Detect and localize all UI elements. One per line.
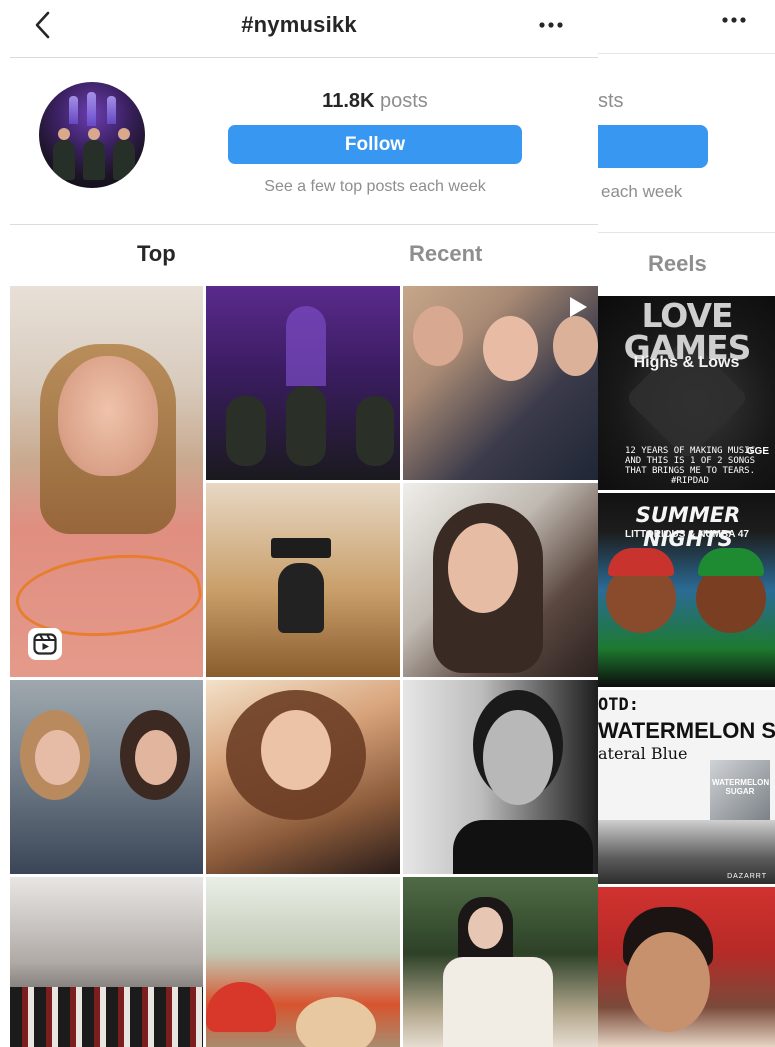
reels-icon — [28, 628, 62, 660]
window-shape — [286, 306, 326, 386]
post-thumbnail[interactable] — [206, 877, 400, 1047]
posts-count: 11.8K — [322, 90, 375, 112]
reel-thumbnail[interactable] — [598, 887, 775, 1047]
face-shape — [483, 316, 538, 381]
page-title: #nymusikk — [241, 12, 357, 37]
person-shape — [226, 396, 266, 466]
follow-button[interactable]: Follow — [228, 125, 522, 164]
more-horizontal-icon — [539, 22, 563, 28]
more-options-button[interactable] — [714, 8, 754, 32]
person-shape — [356, 396, 394, 466]
face-shape — [626, 932, 710, 1032]
person-shape — [278, 563, 324, 633]
album-cover-text: WATERMELON SUGAR — [712, 778, 770, 796]
post-thumbnail[interactable] — [10, 680, 203, 874]
face-shape — [35, 730, 80, 785]
post-thumbnail[interactable] — [403, 483, 598, 677]
tab-recent[interactable]: Recent — [409, 241, 482, 267]
posts-count-line: 11.8K posts — [228, 90, 522, 113]
more-options-button[interactable] — [536, 13, 566, 37]
person-shape — [53, 140, 75, 180]
reel-credit: DAZARRT — [727, 873, 767, 880]
person-shape — [113, 140, 135, 180]
post-thumbnail[interactable] — [206, 286, 400, 480]
monitor-shape — [271, 538, 331, 558]
post-thumbnail[interactable] — [10, 286, 203, 677]
person-head — [118, 128, 130, 140]
person-head — [88, 128, 100, 140]
subtitle-fragment: each week — [601, 182, 683, 201]
hashtag-avatar[interactable] — [39, 82, 145, 188]
suit-shape — [453, 820, 593, 874]
person-shape — [286, 386, 326, 466]
dress-shape — [443, 957, 553, 1047]
face-shape — [448, 523, 518, 613]
window-shape — [107, 96, 116, 124]
reel-caption: 12 YEARS OF MAKING MUSIC AND THIS IS 1 O… — [624, 446, 756, 486]
divider — [598, 53, 775, 54]
reel-label: OTD: — [598, 695, 639, 715]
reel-logo-text: GGE — [746, 446, 769, 457]
face-shape — [468, 907, 503, 949]
reel-subtitle: Highs & Lows — [633, 354, 740, 371]
top-posts-subtitle: See a few top posts each week — [264, 178, 486, 195]
tab-top[interactable]: Top — [137, 241, 176, 267]
cap-shape — [698, 548, 764, 576]
reel-title: SUMMER NIGHTS — [635, 503, 741, 551]
reel-thumbnail[interactable]: LOVE GAMES Highs & Lows 12 YEARS OF MAKI… — [598, 296, 775, 490]
tab-reels[interactable]: Reels — [648, 251, 707, 277]
post-thumbnail[interactable] — [206, 680, 400, 874]
divider — [10, 57, 598, 58]
person-head — [58, 128, 70, 140]
divider — [598, 232, 775, 233]
face-shape — [58, 356, 158, 476]
cap-shape — [206, 982, 276, 1032]
reel-thumbnail[interactable]: OTD: WATERMELON SUGAR ateral Blue WATERM… — [598, 690, 775, 884]
play-icon — [570, 297, 587, 317]
crowd-shape — [10, 987, 203, 1047]
cap-shape — [608, 548, 674, 576]
post-thumbnail[interactable] — [403, 286, 598, 480]
reel-thumbnail[interactable]: SUMMER NIGHTS LITTORIOUS & NUMBA 47 — [598, 493, 775, 687]
reel-subtitle: LITTORIOUS & NUMBA 47 — [625, 529, 749, 540]
reels-screen-partial: sts each week Reels LOVE GAMES Highs & L… — [598, 0, 775, 1047]
more-horizontal-icon — [722, 17, 746, 23]
post-thumbnail[interactable] — [10, 877, 203, 1047]
posts-label-fragment: sts — [598, 90, 624, 112]
post-thumbnail[interactable] — [403, 877, 598, 1047]
person-shape — [83, 140, 105, 180]
header: #nymusikk — [0, 0, 598, 56]
window-shape — [69, 96, 78, 124]
face-shape — [261, 710, 331, 790]
reel-artist: ateral Blue — [598, 744, 688, 763]
reel-title: WATERMELON SUGAR — [598, 718, 775, 743]
face-shape — [413, 306, 463, 366]
window-shape — [87, 92, 96, 126]
face-shape — [483, 710, 553, 805]
divider — [10, 224, 598, 225]
hashtag-screen: #nymusikk 11.8K posts Follow See a few t… — [0, 0, 598, 1047]
posts-label: posts — [380, 90, 428, 112]
follow-button[interactable] — [598, 125, 708, 168]
post-thumbnail[interactable] — [206, 483, 400, 677]
face-shape — [553, 316, 598, 376]
face-shape — [135, 730, 177, 785]
post-thumbnail[interactable] — [403, 680, 598, 874]
head-shape — [296, 997, 376, 1047]
